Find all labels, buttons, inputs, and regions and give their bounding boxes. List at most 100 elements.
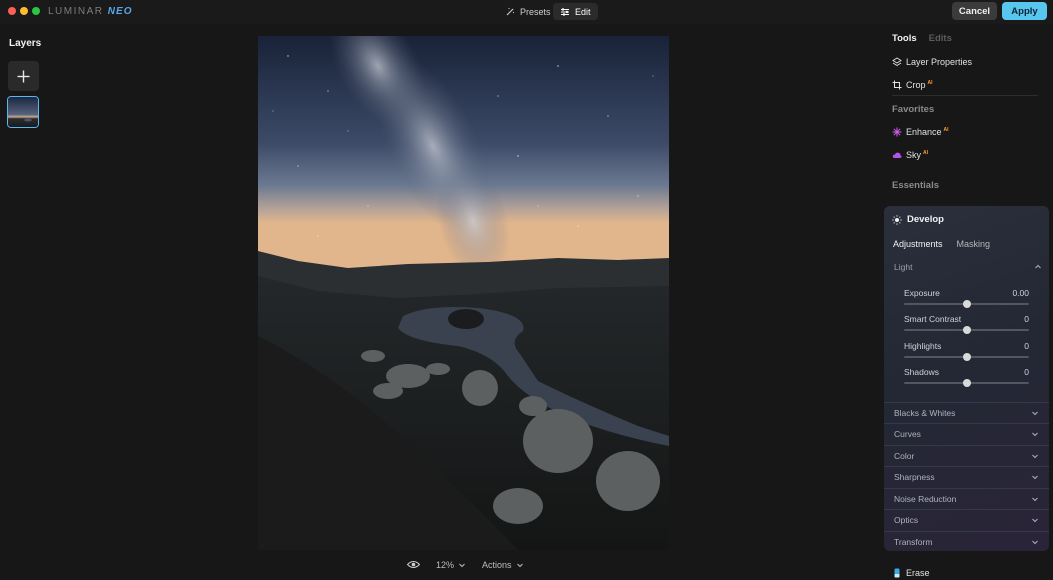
enhance-icon bbox=[892, 127, 902, 137]
chevron-down-icon bbox=[1032, 411, 1038, 416]
sliders-icon bbox=[561, 7, 569, 16]
highlights-slider[interactable]: Highlights 0 bbox=[904, 341, 1029, 361]
tab-adjustments[interactable]: Adjustments bbox=[893, 239, 943, 249]
chevron-up-icon bbox=[1035, 264, 1041, 269]
layers-title: Layers bbox=[9, 38, 42, 49]
section-transform[interactable]: Transform bbox=[884, 531, 1049, 552]
develop-header[interactable]: Develop bbox=[892, 214, 944, 225]
chevron-down-icon bbox=[1032, 540, 1038, 545]
slider-track[interactable] bbox=[904, 326, 1029, 334]
section-color[interactable]: Color bbox=[884, 445, 1049, 466]
ai-badge: AI bbox=[943, 127, 949, 133]
edit-label: Edit bbox=[575, 6, 591, 17]
slider-knob[interactable] bbox=[962, 379, 971, 387]
slider-track[interactable] bbox=[904, 379, 1029, 387]
slider-label: Highlights bbox=[904, 341, 942, 351]
develop-panel: Develop Adjustments Masking Light Exposu… bbox=[884, 206, 1049, 551]
ai-badge: AI bbox=[923, 150, 929, 156]
section-blacks-whites[interactable]: Blacks & Whites bbox=[884, 402, 1049, 423]
cancel-button[interactable]: Cancel bbox=[952, 2, 997, 20]
slider-knob[interactable] bbox=[962, 326, 971, 334]
layers-icon bbox=[892, 57, 902, 67]
sun-icon bbox=[892, 214, 902, 225]
slider-value: 0 bbox=[1024, 367, 1029, 377]
light-section-title: Light bbox=[894, 262, 913, 272]
exposure-slider[interactable]: Exposure 0.00 bbox=[904, 288, 1029, 308]
smart-contrast-slider[interactable]: Smart Contrast 0 bbox=[904, 314, 1029, 334]
actions-dropdown[interactable]: Actions bbox=[482, 560, 524, 570]
app-logo: LUMINAR NEO bbox=[48, 6, 132, 17]
slider-track[interactable] bbox=[904, 300, 1029, 308]
preview-toggle-button[interactable] bbox=[407, 560, 420, 569]
logo-main-text: LUMINAR bbox=[48, 6, 104, 17]
section-noise-reduction[interactable]: Noise Reduction bbox=[884, 488, 1049, 509]
light-section-header[interactable]: Light bbox=[894, 262, 1042, 272]
layer-thumbnail[interactable] bbox=[7, 96, 39, 128]
tool-erase-label: Erase bbox=[906, 568, 930, 578]
section-label: Color bbox=[894, 451, 915, 461]
tool-erase[interactable]: Erase bbox=[892, 568, 930, 578]
slider-label: Exposure bbox=[904, 288, 940, 298]
section-curves[interactable]: Curves bbox=[884, 423, 1049, 444]
section-label: Sharpness bbox=[894, 472, 935, 482]
slider-value: 0.00 bbox=[1012, 288, 1029, 298]
plus-icon bbox=[17, 70, 30, 82]
tool-layer-properties-label: Layer Properties bbox=[906, 57, 973, 67]
layer-thumbnail-image bbox=[8, 97, 38, 127]
tab-masking[interactable]: Masking bbox=[957, 239, 991, 249]
shadows-slider[interactable]: Shadows 0 bbox=[904, 367, 1029, 387]
chevron-down-icon bbox=[516, 563, 523, 568]
section-optics[interactable]: Optics bbox=[884, 509, 1049, 530]
zoom-value: 12% bbox=[436, 560, 455, 570]
chevron-down-icon bbox=[1032, 518, 1038, 523]
zoom-dropdown[interactable]: 12% bbox=[436, 560, 466, 570]
cloud-icon bbox=[892, 152, 902, 158]
chevron-down-icon bbox=[1032, 432, 1038, 437]
section-sharpness[interactable]: Sharpness bbox=[884, 466, 1049, 487]
eraser-icon bbox=[894, 568, 900, 578]
slider-label: Shadows bbox=[904, 367, 939, 377]
slider-value: 0 bbox=[1024, 314, 1029, 324]
logo-accent-text: NEO bbox=[107, 6, 133, 17]
right-panel-tabs: Tools Edits bbox=[892, 33, 952, 44]
tool-layer-properties[interactable]: Layer Properties bbox=[892, 57, 972, 67]
ai-badge: AI bbox=[927, 80, 933, 86]
chevron-down-icon bbox=[1032, 475, 1038, 480]
tool-enhance[interactable]: Enhance AI bbox=[892, 127, 949, 137]
slider-knob[interactable] bbox=[962, 300, 971, 308]
essentials-heading: Essentials bbox=[892, 180, 939, 191]
tab-edits[interactable]: Edits bbox=[929, 33, 952, 44]
add-layer-button[interactable] bbox=[8, 61, 39, 91]
develop-tabs: Adjustments Masking bbox=[893, 239, 990, 249]
zoom-window-button[interactable] bbox=[32, 7, 40, 15]
presets-label: Presets bbox=[520, 6, 551, 17]
edit-mode-button[interactable]: Edit bbox=[553, 3, 598, 20]
apply-button[interactable]: Apply bbox=[1002, 2, 1047, 20]
slider-label: Smart Contrast bbox=[904, 314, 962, 324]
chevron-down-icon bbox=[1032, 497, 1038, 502]
tool-sky[interactable]: Sky AI bbox=[892, 150, 928, 160]
tool-sky-label: Sky bbox=[906, 150, 922, 160]
photo-canvas[interactable] bbox=[258, 36, 669, 550]
favorites-heading: Favorites bbox=[892, 104, 935, 115]
tool-crop-label: Crop bbox=[906, 80, 926, 90]
presets-icon bbox=[506, 7, 515, 15]
chevron-down-icon bbox=[459, 563, 465, 568]
tool-crop[interactable]: Crop AI bbox=[892, 80, 933, 90]
tool-enhance-label: Enhance bbox=[906, 127, 942, 137]
presets-mode-button[interactable]: Presets bbox=[498, 3, 558, 20]
photo-image bbox=[258, 36, 669, 550]
chevron-down-icon bbox=[1032, 454, 1038, 459]
section-label: Noise Reduction bbox=[894, 494, 957, 504]
divider bbox=[892, 95, 1038, 96]
eye-icon bbox=[407, 561, 420, 568]
slider-knob[interactable] bbox=[962, 353, 971, 361]
slider-track[interactable] bbox=[904, 353, 1029, 361]
title-bar: LUMINAR NEO Presets Edit Cancel Apply bbox=[0, 0, 1053, 24]
slider-value: 0 bbox=[1024, 341, 1029, 351]
section-label: Curves bbox=[894, 429, 921, 439]
minimize-window-button[interactable] bbox=[20, 7, 28, 15]
tab-tools[interactable]: Tools bbox=[892, 33, 917, 44]
crop-icon bbox=[892, 80, 902, 90]
close-window-button[interactable] bbox=[8, 7, 16, 15]
